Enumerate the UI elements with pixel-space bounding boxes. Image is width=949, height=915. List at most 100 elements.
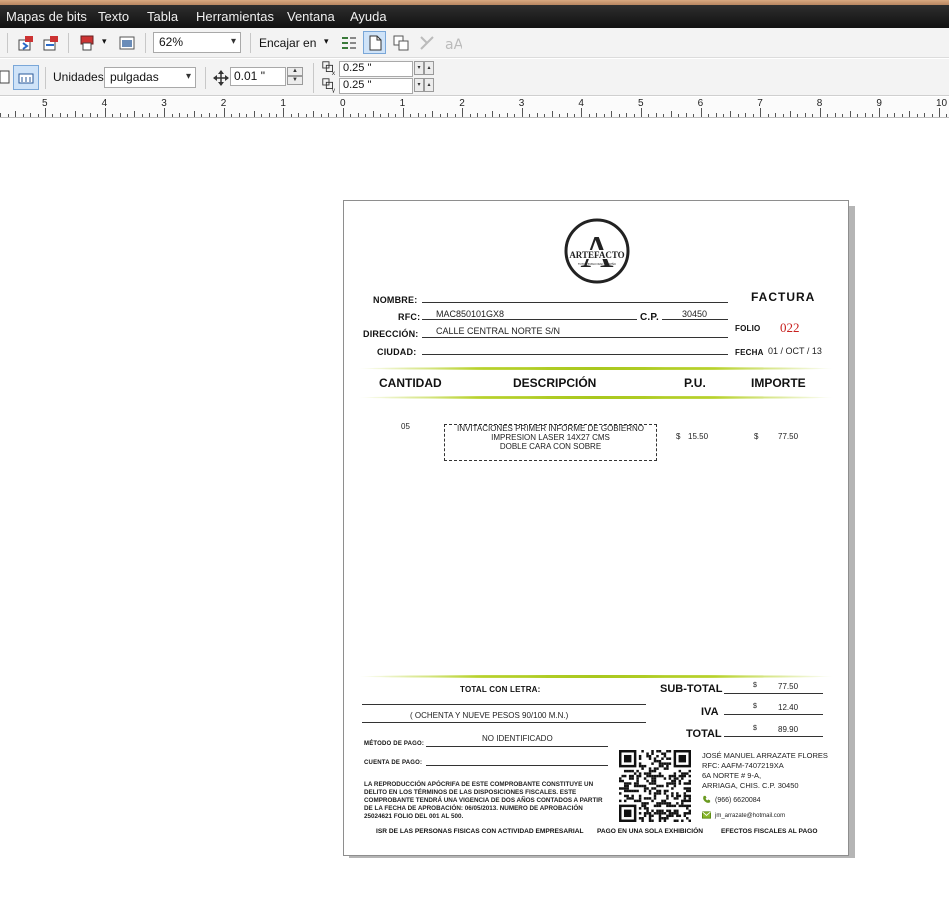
selected-text-frame[interactable]: INVITACIONES PRIMER INFORME DE GOBIERNO …	[444, 424, 657, 461]
units-select[interactable]: pulgadas ▾	[104, 67, 196, 88]
qr-module	[661, 812, 664, 815]
qr-module	[653, 804, 657, 808]
qr-module	[636, 769, 639, 773]
cp-line	[662, 319, 728, 320]
qr-module	[626, 769, 629, 773]
total-label: TOTAL	[686, 728, 722, 740]
qr-module	[623, 799, 627, 803]
item-description[interactable]: INVITACIONES PRIMER INFORME DE GOBIERNO …	[445, 424, 656, 451]
spin-down-icon[interactable]: ▾	[414, 61, 424, 75]
ruler-tick	[209, 113, 210, 117]
application-launcher-icon[interactable]	[118, 34, 136, 52]
qr-module	[631, 769, 634, 773]
duplicate-x-spinner[interactable]: ▾ ▴	[414, 61, 434, 77]
text-tool-disabled-icon[interactable]: aA	[444, 34, 462, 52]
menu-herramientas[interactable]: Herramientas	[196, 9, 274, 24]
ruler-tick	[298, 113, 299, 117]
qr-module	[673, 777, 677, 780]
qr-module	[673, 774, 677, 778]
qr-module	[633, 789, 637, 793]
qr-module	[666, 757, 669, 760]
horizontal-ruler[interactable]: 5 4 3 2 1 0 1 2 3 4 5 6 7 8 9 10	[0, 97, 949, 118]
ruler-tick	[380, 114, 381, 117]
ruler-tick	[857, 114, 858, 117]
spin-down-icon[interactable]: ▼	[287, 76, 303, 85]
qr-module	[673, 772, 677, 775]
toolbar-separator	[7, 33, 8, 53]
qr-module	[619, 787, 622, 790]
ruler-tick	[112, 114, 113, 117]
ruler-tick	[0, 113, 1, 117]
iva-currency: $	[753, 703, 757, 710]
qr-module	[663, 817, 667, 820]
menu-tabla[interactable]: Tabla	[147, 9, 178, 24]
chevron-down-icon[interactable]: ▾	[324, 36, 329, 47]
ruler-tick	[924, 113, 925, 117]
nudge-distance-input[interactable]: 0.01 "	[230, 67, 286, 86]
spin-down-icon[interactable]: ▾	[414, 78, 424, 92]
ruler-tick	[581, 108, 582, 117]
spin-up-icon[interactable]: ▴	[424, 61, 434, 75]
qr-module	[661, 799, 664, 803]
qr-module	[671, 779, 674, 783]
totals-divider	[358, 675, 834, 678]
page-toggle-button[interactable]	[363, 31, 386, 54]
ruler-tick	[418, 113, 419, 117]
nudge-distance-spinner[interactable]: ▲ ▼	[287, 67, 303, 86]
invoice-page[interactable]: A ARTEFACTO FOTO · PUBLICIDAD · DISEÑO N…	[343, 200, 849, 856]
menu-mapas-de-bits[interactable]: Mapas de bits	[6, 9, 87, 24]
qr-module	[678, 782, 682, 785]
qr-module	[623, 769, 627, 773]
ruler-tick	[120, 113, 121, 117]
qr-module	[651, 809, 654, 813]
qr-module	[646, 779, 649, 783]
ruler-tick	[75, 111, 76, 117]
ruler-tick	[656, 113, 657, 117]
qr-module	[683, 782, 687, 785]
qr-module	[666, 789, 669, 793]
qr-module	[648, 754, 652, 758]
cp-label: C.P.	[640, 312, 659, 323]
zoom-level-select[interactable]: 62% ▾	[153, 32, 241, 53]
qr-module	[638, 754, 642, 758]
publish-pdf-icon[interactable]	[78, 34, 96, 52]
import-icon[interactable]	[17, 34, 35, 52]
duplicate-y-spinner[interactable]: ▾ ▴	[414, 78, 434, 94]
snap-to-label[interactable]: Encajar en	[259, 36, 316, 50]
menu-ayuda[interactable]: Ayuda	[350, 9, 387, 24]
qr-module	[631, 797, 634, 800]
spin-up-icon[interactable]: ▲	[287, 67, 303, 76]
direccion-line	[422, 337, 728, 338]
rfc-line	[422, 319, 637, 320]
direccion-label: DIRECCIÓN:	[363, 329, 419, 339]
spin-up-icon[interactable]: ▴	[424, 78, 434, 92]
qr-module	[636, 779, 639, 783]
ruler-tick	[462, 108, 463, 117]
qr-module	[648, 782, 652, 785]
chevron-down-icon[interactable]: ▾	[102, 36, 107, 47]
ruler-tick	[760, 108, 761, 117]
portrait-orientation-icon[interactable]	[0, 68, 14, 86]
duplicate-x-input[interactable]: 0.25 "	[339, 61, 413, 77]
ruler-tick	[97, 114, 98, 117]
options-icon[interactable]	[340, 34, 358, 52]
duplicate-y-input[interactable]: 0.25 "	[339, 78, 413, 94]
iva-value: 12.40	[778, 703, 799, 712]
qr-module	[641, 750, 644, 753]
qr-module	[688, 804, 691, 808]
export-icon[interactable]	[42, 34, 60, 52]
qr-module	[668, 812, 672, 815]
transform-disabled-icon[interactable]	[418, 34, 436, 52]
menu-ventana[interactable]: Ventana	[287, 9, 335, 24]
issuer-block: JOSÉ MANUEL ARRAZATE FLORES RFC: AAFM-74…	[702, 751, 828, 791]
ruler-tick	[820, 108, 821, 117]
qr-module	[683, 814, 687, 818]
welcome-screen-icon[interactable]	[392, 34, 410, 52]
qr-code-icon	[619, 750, 691, 822]
landscape-orientation-button[interactable]	[13, 65, 39, 90]
zoom-level-value: 62%	[159, 35, 184, 49]
qr-module	[619, 799, 622, 803]
menu-texto[interactable]: Texto	[98, 9, 129, 24]
qr-module	[628, 782, 632, 785]
ruler-tick	[693, 114, 694, 117]
